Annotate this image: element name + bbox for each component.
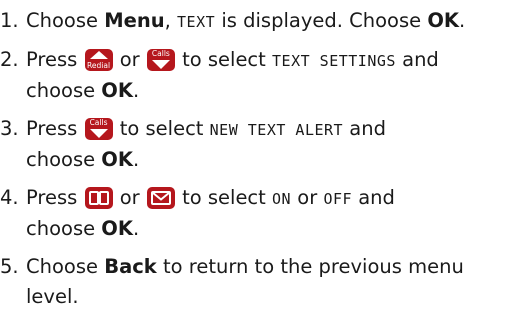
down-arrow-calls-key-icon: Calls xyxy=(84,118,113,140)
step-text: . xyxy=(132,217,140,240)
step-text: Press xyxy=(26,186,84,209)
step-text: , xyxy=(164,9,178,32)
instruction-document: 1. Choose Menu, TEXT is displayed. Choos… xyxy=(0,0,505,311)
step-number: 5. xyxy=(0,255,19,278)
calls-key-label: Calls xyxy=(151,49,170,58)
step-text: . xyxy=(132,148,140,171)
calls-key-label: Calls xyxy=(89,118,108,127)
phonebook-key-icon xyxy=(84,187,113,209)
down-arrow-calls-key-icon: Calls xyxy=(146,49,175,71)
redial-key-label: Redial xyxy=(87,61,111,70)
step-text: level. xyxy=(26,285,79,308)
display-text: TEXT xyxy=(177,13,216,31)
step-1: 1. Choose Menu, TEXT is displayed. Choos… xyxy=(0,6,505,37)
step-text: choose xyxy=(26,148,102,171)
step-text: Choose xyxy=(26,9,105,32)
step-text: . xyxy=(459,9,466,32)
steps-list: 1. Choose Menu, TEXT is displayed. Choos… xyxy=(0,6,505,320)
step-text: to return to the previous menu xyxy=(156,255,464,278)
back-key-name: Back xyxy=(104,255,157,278)
step-4: 4. Press or to select ON or OFF and choos… xyxy=(0,183,505,244)
step-text: choose xyxy=(26,217,102,240)
ok-key-name: OK xyxy=(101,217,133,240)
step-text: to select xyxy=(175,48,273,71)
display-text: ON xyxy=(272,190,292,208)
display-text: TEXT SETTINGS xyxy=(272,52,396,70)
step-text: . xyxy=(132,79,140,102)
step-text: Press xyxy=(26,117,84,140)
step-text: and xyxy=(343,117,386,140)
up-arrow-redial-key-icon: Redial xyxy=(84,49,113,71)
step-3: 3. Press Calls to select NEW TEXT ALERT … xyxy=(0,114,505,175)
ok-key-name: OK xyxy=(101,148,133,171)
message-envelope-key-icon xyxy=(146,187,175,209)
step-text: choose xyxy=(26,79,102,102)
display-text: NEW TEXT ALERT xyxy=(209,121,344,139)
step-number: 3. xyxy=(0,117,19,140)
step-text: or xyxy=(113,186,146,209)
step-text: and xyxy=(352,186,395,209)
menu-key-name: Menu xyxy=(104,9,165,32)
step-text: or xyxy=(113,48,146,71)
display-text: OFF xyxy=(323,190,353,208)
step-number: 1. xyxy=(0,9,19,32)
step-text: or xyxy=(291,186,324,209)
step-number: 4. xyxy=(0,186,19,209)
step-2: 2. Press Redial or Calls to select TEXT … xyxy=(0,45,505,106)
ok-key-name: OK xyxy=(427,9,460,32)
step-number: 2. xyxy=(0,48,19,71)
step-5: 5. Choose Back to return to the previous… xyxy=(0,252,505,312)
step-text: to select xyxy=(113,117,210,140)
ok-key-name: OK xyxy=(101,79,133,102)
step-text: is displayed. Choose xyxy=(215,9,428,32)
step-text: and xyxy=(395,48,439,71)
step-text: Choose xyxy=(26,255,105,278)
step-text: Press xyxy=(26,48,84,71)
step-text: to select xyxy=(175,186,273,209)
